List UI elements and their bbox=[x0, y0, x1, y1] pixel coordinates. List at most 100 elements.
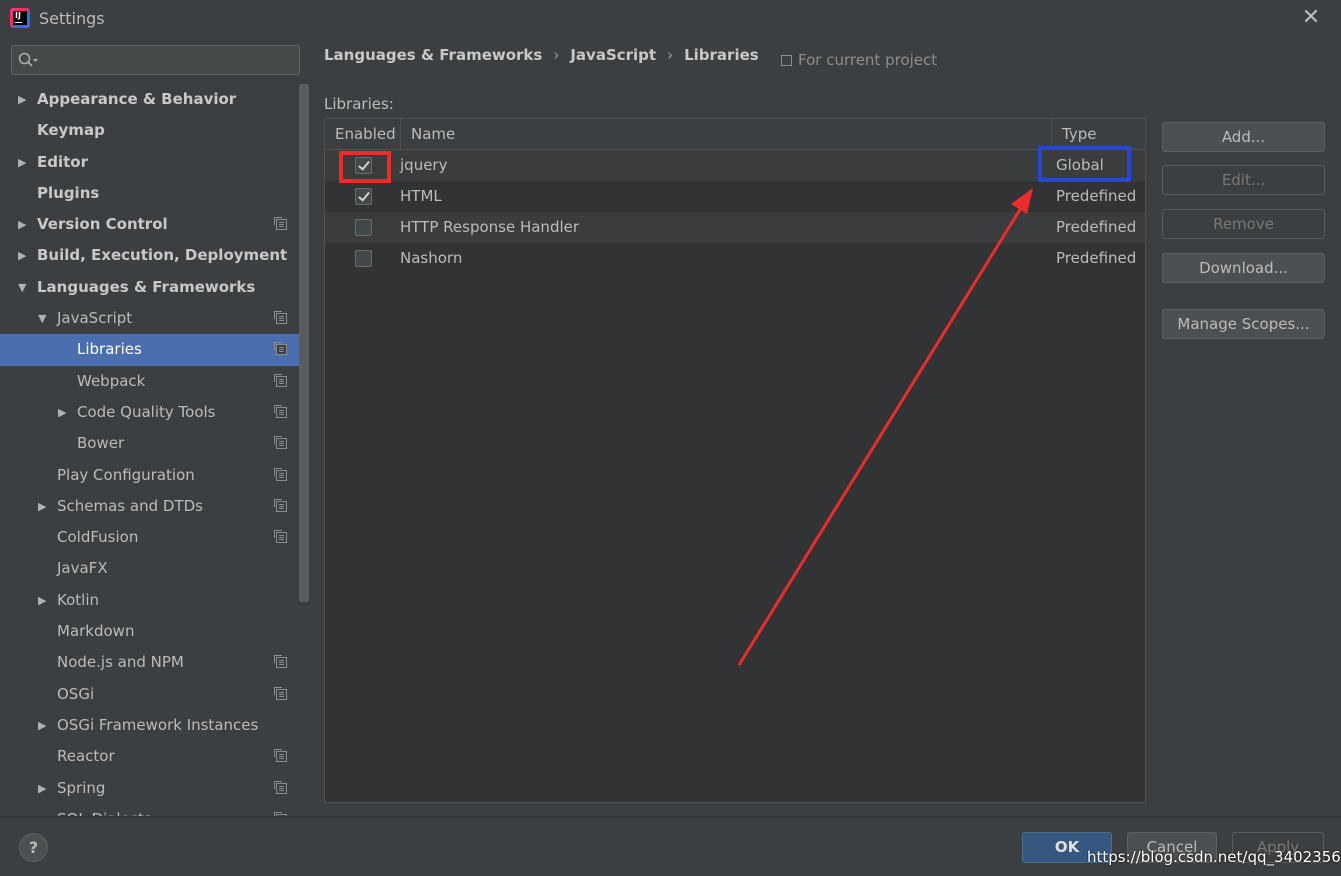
expand-arrow-right-icon[interactable]: ▶ bbox=[18, 209, 26, 240]
title-bar: IJ Settings ✕ bbox=[0, 0, 1341, 36]
sidebar-scrollbar[interactable] bbox=[299, 84, 309, 602]
column-header-enabled[interactable]: Enabled bbox=[335, 119, 396, 150]
table-row[interactable]: HTML Predefined bbox=[325, 181, 1145, 212]
enabled-checkbox[interactable] bbox=[355, 188, 372, 205]
library-type: Predefined bbox=[1056, 218, 1137, 236]
add-button-label: Add... bbox=[1221, 128, 1266, 146]
sidebar-item[interactable]: ▶ Code Quality Tools bbox=[0, 397, 309, 428]
sidebar-item-label: Kotlin bbox=[57, 590, 99, 609]
expand-arrow-right-icon[interactable]: ▶ bbox=[38, 585, 46, 616]
sidebar-item[interactable]: ▶ Spring bbox=[0, 773, 309, 804]
remove-button-label: Remove bbox=[1213, 215, 1274, 233]
settings-sidebar: ▶ Appearance & Behavior Keymap ▶ Editor Plugi… bbox=[0, 36, 311, 816]
sidebar-item[interactable]: ▶ Version Control bbox=[0, 209, 309, 240]
sidebar-item[interactable]: SQL Dialects bbox=[0, 804, 309, 816]
sidebar-item[interactable]: ▶ Schemas and DTDs bbox=[0, 491, 309, 522]
breadcrumb-separator: › bbox=[553, 46, 560, 64]
search-input[interactable] bbox=[11, 45, 300, 75]
sidebar-item[interactable]: JavaFX bbox=[0, 553, 309, 584]
sidebar-item[interactable]: ▶ Appearance & Behavior bbox=[0, 84, 309, 115]
manage-scopes-button-label: Manage Scopes... bbox=[1177, 315, 1310, 333]
sidebar-item[interactable]: Plugins bbox=[0, 178, 309, 209]
expand-arrow-right-icon[interactable]: ▶ bbox=[38, 710, 46, 741]
help-button[interactable]: ? bbox=[19, 833, 48, 862]
sidebar-item[interactable]: Markdown bbox=[0, 616, 309, 647]
sidebar-item[interactable]: Bower bbox=[0, 428, 309, 459]
library-name: HTML bbox=[400, 187, 442, 205]
sidebar-item[interactable]: ▶ OSGi Framework Instances bbox=[0, 710, 309, 741]
edit-button[interactable]: Edit... bbox=[1162, 165, 1325, 195]
download-button[interactable]: Download... bbox=[1162, 253, 1325, 283]
expand-arrow-right-icon[interactable]: ▶ bbox=[58, 397, 66, 428]
scope-note-text: For current project bbox=[798, 51, 938, 69]
project-scope-icon bbox=[274, 373, 287, 387]
manage-scopes-button[interactable]: Manage Scopes... bbox=[1162, 309, 1325, 339]
project-scope-icon bbox=[781, 55, 792, 66]
project-scope-icon bbox=[274, 217, 287, 231]
library-name: HTTP Response Handler bbox=[400, 218, 580, 236]
library-type: Predefined bbox=[1056, 187, 1137, 205]
remove-button[interactable]: Remove bbox=[1162, 209, 1325, 239]
project-scope-icon bbox=[274, 498, 287, 512]
scope-note: For current project bbox=[781, 51, 937, 69]
sidebar-item-label: Schemas and DTDs bbox=[57, 496, 203, 515]
project-scope-icon bbox=[274, 780, 287, 794]
search-icon bbox=[18, 52, 38, 67]
project-scope-icon bbox=[274, 436, 287, 450]
table-row[interactable]: Nashorn Predefined bbox=[325, 243, 1145, 274]
library-type: Predefined bbox=[1056, 249, 1137, 267]
breadcrumb-item[interactable]: Languages & Frameworks bbox=[324, 46, 542, 64]
expand-arrow-right-icon[interactable]: ▶ bbox=[38, 773, 46, 804]
sidebar-item[interactable]: Reactor bbox=[0, 741, 309, 772]
library-name: Nashorn bbox=[400, 249, 463, 267]
sidebar-item[interactable]: Play Configuration bbox=[0, 460, 309, 491]
table-row[interactable]: HTTP Response Handler Predefined bbox=[325, 212, 1145, 243]
sidebar-item-label: Markdown bbox=[57, 622, 135, 641]
sidebar-item-label: OSGi bbox=[57, 684, 95, 703]
watermark: https://blog.csdn.net/qq_34023568 bbox=[1087, 848, 1341, 866]
enabled-checkbox[interactable] bbox=[355, 250, 372, 267]
sidebar-item[interactable]: Webpack bbox=[0, 366, 309, 397]
expand-arrow-down-icon[interactable]: ▼ bbox=[18, 272, 26, 303]
expand-arrow-right-icon[interactable]: ▶ bbox=[38, 491, 46, 522]
sidebar-item[interactable]: ▼ JavaScript bbox=[0, 303, 309, 334]
project-scope-icon bbox=[274, 686, 287, 700]
dialog-footer: ? OK Cancel Apply https://blog.csdn.net/… bbox=[0, 816, 1341, 876]
libraries-label: Libraries: bbox=[324, 95, 394, 113]
intellij-logo-icon: IJ bbox=[10, 8, 30, 28]
project-scope-icon bbox=[274, 655, 287, 669]
sidebar-item-label: Bower bbox=[77, 434, 125, 453]
sidebar-item-label: Plugins bbox=[37, 183, 100, 202]
settings-tree: ▶ Appearance & Behavior Keymap ▶ Editor Plugi… bbox=[0, 84, 309, 816]
sidebar-item-label: Play Configuration bbox=[57, 465, 195, 484]
breadcrumb-item: Libraries bbox=[684, 46, 759, 64]
annotation-red-box bbox=[339, 151, 391, 183]
sidebar-item[interactable]: ▶ Editor bbox=[0, 147, 309, 178]
expand-arrow-right-icon[interactable]: ▶ bbox=[18, 147, 26, 178]
sidebar-item[interactable]: Libraries bbox=[0, 334, 309, 366]
add-button[interactable]: Add... bbox=[1162, 122, 1325, 152]
project-scope-icon bbox=[274, 311, 287, 325]
sidebar-item[interactable]: ▼ Languages & Frameworks bbox=[0, 272, 309, 303]
libraries-panel: Languages & Frameworks › JavaScript › Librar… bbox=[311, 36, 1341, 816]
sidebar-item[interactable]: Keymap bbox=[0, 115, 309, 146]
sidebar-item[interactable]: OSGi bbox=[0, 679, 309, 710]
sidebar-item[interactable]: ColdFusion bbox=[0, 522, 309, 553]
expand-arrow-down-icon[interactable]: ▼ bbox=[38, 303, 46, 334]
sidebar-item[interactable]: ▶ Build, Execution, Deployment bbox=[0, 240, 309, 271]
sidebar-item-label: Appearance & Behavior bbox=[37, 90, 237, 108]
sidebar-item[interactable]: Node.js and NPM bbox=[0, 647, 309, 678]
breadcrumb-item[interactable]: JavaScript bbox=[570, 46, 656, 64]
sidebar-item[interactable]: ▶ Kotlin bbox=[0, 585, 309, 616]
sidebar-item-label: SQL Dialects bbox=[57, 804, 152, 816]
project-scope-icon bbox=[274, 342, 287, 356]
column-header-name[interactable]: Name bbox=[400, 119, 1052, 150]
close-icon[interactable]: ✕ bbox=[1299, 6, 1323, 30]
enabled-checkbox[interactable] bbox=[355, 219, 372, 236]
expand-arrow-right-icon[interactable]: ▶ bbox=[18, 84, 26, 115]
sidebar-item-label: JavaFX bbox=[57, 559, 108, 578]
sidebar-item-label: Keymap bbox=[37, 121, 105, 140]
expand-arrow-right-icon[interactable]: ▶ bbox=[18, 240, 26, 271]
table-row[interactable]: jquery Global bbox=[325, 150, 1145, 181]
project-scope-icon bbox=[274, 530, 287, 544]
